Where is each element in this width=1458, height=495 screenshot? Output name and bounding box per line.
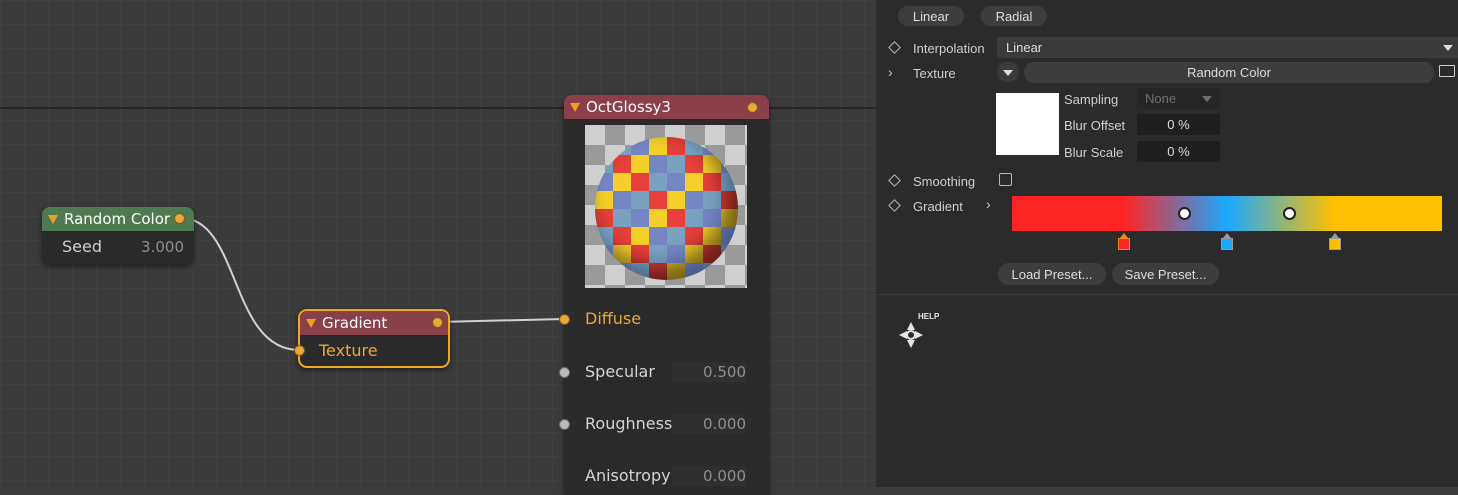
gradient-texture-label: Texture xyxy=(319,341,378,360)
interpolation-dropdown[interactable]: Linear xyxy=(997,37,1458,58)
preview-sphere-tiles xyxy=(595,137,738,280)
collapse-triangle-icon[interactable] xyxy=(48,214,58,224)
texture-preview-swatch xyxy=(996,93,1059,155)
folder-icon[interactable] xyxy=(1439,65,1455,77)
gradient-ramp[interactable] xyxy=(1012,196,1442,231)
texture-menu-button[interactable] xyxy=(997,62,1019,82)
gradient-stop-knot[interactable] xyxy=(1117,233,1130,253)
gradient-keyframe-icon[interactable] xyxy=(888,199,901,212)
texture-expand-chevron-icon[interactable]: › xyxy=(888,64,893,80)
blur-scale-field[interactable]: 0 % xyxy=(1137,141,1220,162)
roughness-value[interactable]: 0.000 xyxy=(672,414,746,434)
blur-scale-value: 0 % xyxy=(1167,144,1190,159)
blur-offset-value: 0 % xyxy=(1167,117,1190,132)
gradient-label: Gradient xyxy=(913,199,963,214)
gradient-output-port[interactable] xyxy=(432,317,443,328)
random-color-node[interactable]: Random Color Seed 3.000 xyxy=(42,207,194,265)
gradient-midpoint-handle[interactable] xyxy=(1283,207,1297,220)
material-preview xyxy=(585,125,747,288)
gradient-node[interactable]: Gradient Texture xyxy=(298,309,450,368)
roughness-label: Roughness xyxy=(585,414,673,433)
help-button[interactable]: HELP xyxy=(892,312,944,354)
mode-linear-button[interactable]: Linear xyxy=(898,6,964,26)
specular-label: Specular xyxy=(585,362,655,381)
blur-offset-label: Blur Offset xyxy=(1064,118,1126,133)
random-color-output-port[interactable] xyxy=(174,213,185,224)
interpolation-value: Linear xyxy=(1006,40,1043,55)
diffuse-label: Diffuse xyxy=(585,309,642,328)
smoothing-keyframe-icon[interactable] xyxy=(888,174,901,187)
chevron-down-icon xyxy=(1003,70,1013,76)
sampling-dropdown[interactable]: None xyxy=(1137,88,1220,109)
blur-scale-label: Blur Scale xyxy=(1064,145,1124,160)
interpolation-keyframe-icon[interactable] xyxy=(888,41,901,54)
seed-value[interactable]: 3.000 xyxy=(130,238,184,256)
sampling-value: None xyxy=(1145,91,1177,106)
save-preset-button[interactable]: Save Preset... xyxy=(1112,263,1219,285)
gradient-stop-knot[interactable] xyxy=(1221,233,1233,253)
texture-link-button[interactable]: Random Color xyxy=(1024,62,1434,83)
random-color-title: Random Color xyxy=(64,210,171,228)
collapse-triangle-icon[interactable] xyxy=(570,102,580,112)
specular-input-port[interactable] xyxy=(559,367,570,378)
octglossy-title: OctGlossy3 xyxy=(586,98,671,116)
wire-random-to-gradient xyxy=(180,217,300,351)
interpolation-label: Interpolation xyxy=(913,41,985,56)
seed-label: Seed xyxy=(62,237,102,256)
collapse-triangle-icon[interactable] xyxy=(306,318,316,328)
chevron-down-icon xyxy=(1443,45,1453,51)
gradient-stop-knot[interactable] xyxy=(1328,233,1341,253)
sampling-label: Sampling xyxy=(1064,92,1119,107)
gradient-header[interactable]: Gradient xyxy=(300,311,448,335)
anisotropy-value[interactable]: 0.000 xyxy=(672,466,746,486)
gradient-midpoint-handle[interactable] xyxy=(1178,207,1191,220)
chevron-down-icon xyxy=(1202,96,1212,102)
blur-offset-field[interactable]: 0 % xyxy=(1137,114,1220,135)
help-label: HELP xyxy=(918,312,940,321)
octglossy-node[interactable]: OctGlossy3 xyxy=(564,95,769,495)
diffuse-input-port[interactable] xyxy=(559,314,570,325)
mode-radial-button[interactable]: Radial xyxy=(981,6,1047,26)
panel-divider xyxy=(876,294,1458,295)
octglossy-output-port[interactable] xyxy=(747,102,758,113)
texture-label: Texture xyxy=(913,66,956,81)
smoothing-checkbox[interactable] xyxy=(999,173,1012,186)
attribute-panel: Linear Radial Interpolation Linear › Tex… xyxy=(876,0,1458,487)
anisotropy-label: Anisotropy xyxy=(585,466,671,485)
gradient-title: Gradient xyxy=(322,314,388,332)
wire-gradient-to-diffuse xyxy=(436,318,565,323)
load-preset-button[interactable]: Load Preset... xyxy=(998,263,1106,285)
node-editor-canvas[interactable]: Random Color Seed 3.000 Gradient Texture… xyxy=(0,0,876,495)
gradient-knots xyxy=(1012,233,1442,255)
random-color-header[interactable]: Random Color xyxy=(42,207,194,231)
specular-value[interactable]: 0.500 xyxy=(672,362,746,382)
smoothing-label: Smoothing xyxy=(913,174,976,189)
octane-logo-icon xyxy=(899,322,923,348)
octglossy-header[interactable]: OctGlossy3 xyxy=(564,95,769,119)
gradient-texture-input-port[interactable] xyxy=(294,345,305,356)
gradient-expand-chevron-icon[interactable]: › xyxy=(986,196,991,212)
roughness-input-port[interactable] xyxy=(559,419,570,430)
